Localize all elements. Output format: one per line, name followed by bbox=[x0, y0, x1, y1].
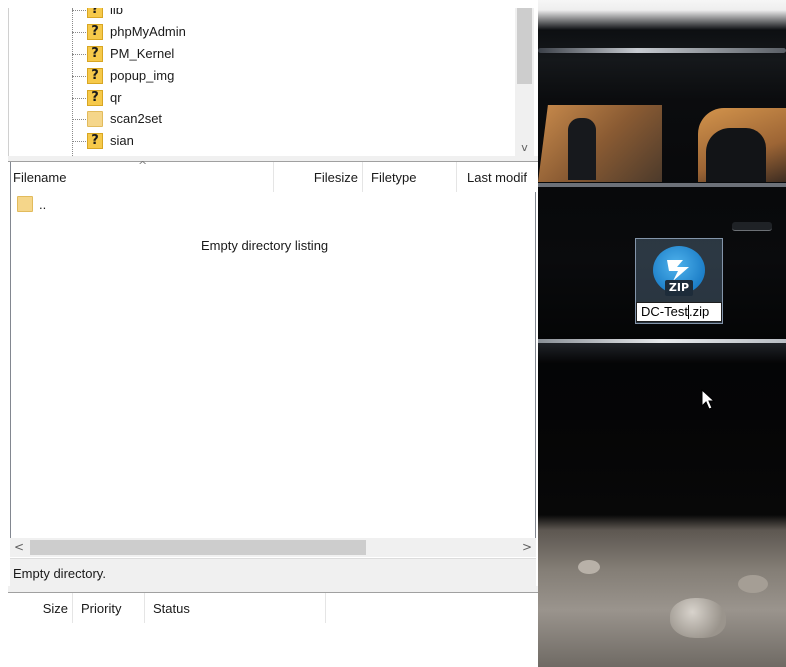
remote-file-list[interactable]: Filename ^ Filesize Filetype Last modif … bbox=[10, 159, 537, 557]
transfer-queue[interactable]: Size Priority Status bbox=[8, 593, 538, 667]
column-header-filetype[interactable]: Filetype bbox=[363, 162, 457, 192]
empty-directory-message: Empty directory listing bbox=[201, 238, 329, 253]
column-header-last-modified[interactable]: Last modif bbox=[457, 162, 537, 192]
car-door-handle bbox=[732, 222, 772, 231]
queue-splitter[interactable] bbox=[8, 586, 538, 593]
filename-text-before-caret: DC-Test bbox=[641, 304, 688, 319]
tree-vertical-scrollbar[interactable]: v bbox=[515, 8, 534, 156]
scroll-left-arrow-icon[interactable]: < bbox=[10, 538, 28, 557]
gravel-rock bbox=[738, 575, 768, 593]
tree-item-label: lib bbox=[110, 8, 124, 17]
tree-item-label: PM_Kernel bbox=[110, 46, 175, 61]
queue-column-priority[interactable]: Priority bbox=[73, 593, 145, 623]
question-folder-icon: ? bbox=[87, 68, 103, 84]
file-list-status: Empty directory. bbox=[10, 558, 536, 586]
ftp-client-pane: ? lib ? phpMyAdmin ? PM_Kernel ? popup_i… bbox=[0, 0, 538, 667]
queue-column-size[interactable]: Size bbox=[8, 593, 73, 623]
file-list-header: Filename ^ Filesize Filetype Last modif bbox=[11, 159, 537, 192]
desktop-zip-file-icon[interactable]: ZIP DC-Test.zip bbox=[635, 238, 723, 324]
desktop-background[interactable]: ZIP DC-Test.zip bbox=[538, 0, 786, 667]
file-list-horizontal-scrollbar[interactable]: < > bbox=[10, 538, 536, 557]
horizontal-scroll-thumb[interactable] bbox=[30, 540, 366, 555]
zip-archive-icon: ZIP bbox=[651, 246, 707, 298]
parent-directory-row[interactable]: .. bbox=[17, 194, 46, 214]
gravel-rock bbox=[670, 598, 726, 638]
tree-connector-line bbox=[72, 8, 73, 156]
car-roof-trim bbox=[538, 48, 786, 53]
column-header-filesize[interactable]: Filesize bbox=[274, 162, 363, 192]
tree-item-label: popup_img bbox=[110, 68, 175, 83]
car-window-left bbox=[538, 105, 662, 182]
tree-item-label: scan2set bbox=[110, 111, 163, 126]
question-folder-icon: ? bbox=[87, 46, 103, 62]
queue-column-status[interactable]: Status bbox=[145, 593, 326, 623]
remote-directory-tree: ? lib ? phpMyAdmin ? PM_Kernel ? popup_i… bbox=[8, 8, 538, 156]
question-folder-icon: ? bbox=[87, 24, 103, 40]
question-folder-icon: ? bbox=[87, 90, 103, 106]
question-folder-icon: ? bbox=[87, 8, 103, 18]
car-body-reflection bbox=[538, 343, 786, 363]
parent-directory-label: .. bbox=[39, 196, 47, 212]
scroll-right-arrow-icon[interactable]: > bbox=[518, 538, 536, 557]
folder-icon bbox=[17, 196, 33, 212]
mouse-pointer-icon bbox=[701, 389, 716, 410]
car-seat-right bbox=[706, 128, 766, 182]
zip-badge: ZIP bbox=[665, 280, 693, 296]
car-seat-left bbox=[568, 118, 596, 180]
sort-ascending-icon: ^ bbox=[138, 159, 148, 172]
filename-text-after-caret: .zip bbox=[688, 304, 710, 319]
question-folder-icon: ? bbox=[87, 133, 103, 149]
gravel-rock bbox=[578, 560, 600, 574]
scroll-down-arrow-icon[interactable]: v bbox=[515, 139, 534, 156]
tree-scroll-thumb[interactable] bbox=[517, 8, 532, 84]
tree-item-label: phpMyAdmin bbox=[110, 24, 186, 39]
rename-filename-input[interactable]: DC-Test.zip bbox=[636, 302, 722, 322]
tree-item-label: sian bbox=[110, 133, 134, 148]
car-door-line bbox=[538, 183, 786, 187]
tree-item-label: qr bbox=[110, 90, 122, 105]
folder-icon bbox=[87, 111, 103, 127]
